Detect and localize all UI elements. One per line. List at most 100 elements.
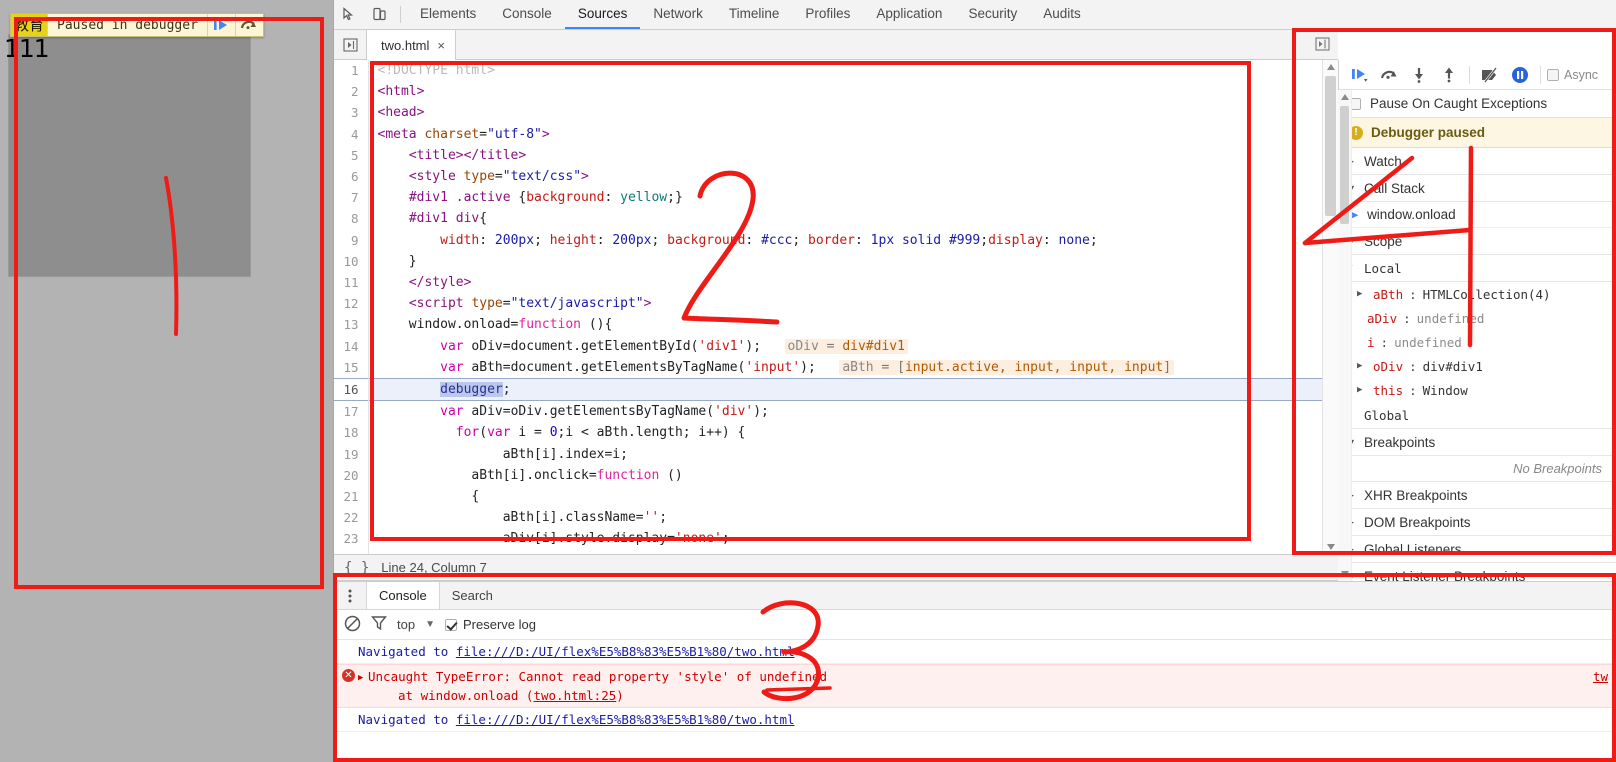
code-line[interactable]: 19 aBth[i].index=i; [334, 443, 1322, 465]
chevron-right-icon[interactable]: ▶ [358, 669, 363, 688]
line-content[interactable]: </style> [368, 272, 1322, 293]
step-over-next-call-button[interactable] [1375, 62, 1403, 88]
error-stack-link[interactable]: two.html:25 [533, 688, 616, 703]
line-content[interactable]: <head> [368, 102, 1322, 123]
scope-var-oDiv[interactable]: ▶ oDiv: div#div1 [1339, 354, 1616, 378]
code-line[interactable]: 11 </style> [334, 272, 1322, 294]
async-checkbox-group[interactable]: Async [1547, 68, 1598, 82]
code-line[interactable]: 22 aBth[i].className=''; [334, 507, 1322, 529]
section-call-stack[interactable]: ▼ Call Stack [1339, 175, 1616, 202]
show-navigator-icon[interactable] [334, 30, 366, 59]
line-number[interactable]: 9 [334, 229, 369, 251]
line-number[interactable]: 1 [334, 60, 369, 82]
pause-on-caught-exceptions-row[interactable]: Pause On Caught Exceptions [1339, 90, 1616, 118]
navigated-link[interactable]: file:///D:/UI/flex%E5%B8%83%E5%B1%80/two… [456, 712, 795, 727]
line-content[interactable]: { [368, 486, 1322, 507]
code-line[interactable]: 9 width: 200px; height: 200px; backgroun… [334, 229, 1322, 251]
section-global-listeners[interactable]: ▶ Global Listeners [1339, 536, 1616, 563]
code-line[interactable]: 5 <title></title> [334, 144, 1322, 167]
line-number[interactable]: 12 [334, 293, 369, 315]
line-content[interactable]: aDiv[i].style.display='none'; [368, 528, 1322, 549]
scrollbar-thumb[interactable] [1325, 76, 1336, 216]
code-line[interactable]: 23 aDiv[i].style.display='none'; [334, 528, 1322, 550]
error-source-link-right[interactable]: tw [1593, 667, 1608, 686]
line-content[interactable]: #div1 .active {background: yellow;} [368, 187, 1322, 208]
code-line[interactable]: 17 var aDiv=oDiv.getElementsByTagName('d… [334, 400, 1322, 423]
code-line[interactable]: 1 <!DOCTYPE html> [334, 60, 1322, 82]
line-number[interactable]: 5 [334, 144, 369, 167]
line-number[interactable]: 18 [334, 422, 369, 444]
code-line[interactable]: 12 <script type="text/javascript"> [334, 293, 1322, 315]
line-number[interactable]: 3 [334, 102, 369, 124]
scope-var-i[interactable]: i: undefined [1339, 330, 1616, 354]
line-content[interactable]: <html> [368, 81, 1322, 102]
code-line[interactable]: 15 var aBth=document.getElementsByTagNam… [334, 356, 1322, 379]
section-dom-breakpoints[interactable]: ▶ DOM Breakpoints [1339, 509, 1616, 536]
tab-security[interactable]: Security [955, 0, 1030, 29]
scope-group-local[interactable]: ▼ Local [1339, 255, 1616, 282]
code-editor[interactable]: 1 <!DOCTYPE html> 2 <html> 3 <head> 4 <meta cha… [334, 60, 1338, 554]
line-content[interactable]: var oDiv=document.getElementById('div1')… [368, 336, 1322, 357]
code-line[interactable]: 14 var oDiv=document.getElementById('div… [334, 335, 1322, 357]
tab-profiles[interactable]: Profiles [792, 0, 863, 29]
scope-var-aBth[interactable]: ▶ aBth: HTMLCollection(4) [1339, 282, 1616, 306]
line-number[interactable]: 19 [334, 443, 369, 465]
section-breakpoints[interactable]: ▼ Breakpoints [1339, 429, 1616, 456]
deactivate-breakpoints-button[interactable] [1476, 62, 1504, 88]
tab-elements[interactable]: Elements [407, 0, 489, 29]
code-line[interactable]: 13 window.onload=function (){ [334, 314, 1322, 336]
line-number[interactable]: 10 [334, 250, 369, 273]
console-context-selector[interactable]: top [397, 617, 415, 632]
line-number[interactable]: 7 [334, 187, 369, 209]
tab-application[interactable]: Application [863, 0, 955, 29]
line-content[interactable]: aBth[i].onclick=function () [368, 465, 1322, 486]
async-checkbox[interactable] [1547, 68, 1559, 81]
device-toolbar-icon[interactable] [364, 0, 394, 29]
line-number[interactable]: 11 [334, 272, 369, 294]
clear-console-icon[interactable] [344, 615, 361, 635]
line-number[interactable]: 8 [334, 208, 369, 230]
scope-group-global[interactable]: ▶ Global [1339, 402, 1616, 429]
line-number[interactable]: 15 [334, 356, 369, 379]
drawer-tab-console[interactable]: Console [366, 582, 439, 609]
section-scope[interactable]: ▼ Scope [1339, 228, 1616, 255]
step-into-next-call-button[interactable] [1405, 62, 1433, 88]
line-content[interactable]: var aBth=document.getElementsByTagName('… [368, 357, 1322, 379]
line-content[interactable]: <script type="text/javascript"> [368, 293, 1322, 314]
filter-icon[interactable] [371, 615, 387, 634]
inspect-element-icon[interactable] [334, 0, 364, 29]
code-line[interactable]: 16 debugger; [334, 378, 1322, 401]
scroll-down-arrow-icon[interactable] [1338, 567, 1351, 581]
line-number[interactable]: 4 [334, 123, 369, 145]
resume-script-execution-button[interactable] [1345, 62, 1373, 88]
code-line[interactable]: 10 } [334, 250, 1322, 273]
line-number[interactable]: 13 [334, 314, 369, 336]
line-number[interactable]: 16 [334, 378, 369, 401]
chevron-right-icon[interactable]: ▶ [1357, 385, 1367, 395]
step-out-of-current-function-button[interactable] [1435, 62, 1463, 88]
line-content[interactable]: width: 200px; height: 200px; background:… [368, 230, 1322, 251]
drawer-tab-search[interactable]: Search [438, 582, 505, 609]
show-debugger-sidebar-icon[interactable] [1310, 33, 1334, 55]
code-line[interactable]: 21 { [334, 486, 1322, 508]
tab-timeline[interactable]: Timeline [716, 0, 793, 29]
preserve-log-checkbox[interactable] [444, 618, 457, 631]
code-line[interactable]: 20 aBth[i].onclick=function () [334, 464, 1322, 487]
code-line[interactable]: 7 #div1 .active {background: yellow;} [334, 187, 1322, 209]
pretty-print-icon[interactable]: { } [344, 560, 369, 576]
tab-network[interactable]: Network [640, 0, 716, 29]
more-options-icon[interactable] [334, 582, 366, 609]
code-line[interactable]: 8 #div1 div{ [334, 208, 1322, 230]
line-number[interactable]: 6 [334, 166, 369, 188]
scroll-up-arrow-icon[interactable] [1338, 90, 1351, 104]
line-number[interactable]: 21 [334, 486, 369, 508]
line-content[interactable]: <style type="text/css"> [368, 166, 1322, 187]
step-over-icon[interactable] [234, 14, 263, 36]
tab-audits[interactable]: Audits [1030, 0, 1094, 29]
editor-scrollbar[interactable] [1322, 60, 1338, 554]
pause-on-exceptions-button[interactable] [1506, 62, 1534, 88]
chevron-down-icon[interactable]: ▼ [425, 619, 435, 630]
sidebar-scrollbar[interactable] [1338, 90, 1352, 581]
navigated-link[interactable]: file:///D:/UI/flex%E5%B8%83%E5%B1%80/two… [456, 644, 795, 659]
line-number[interactable]: 2 [334, 81, 369, 103]
